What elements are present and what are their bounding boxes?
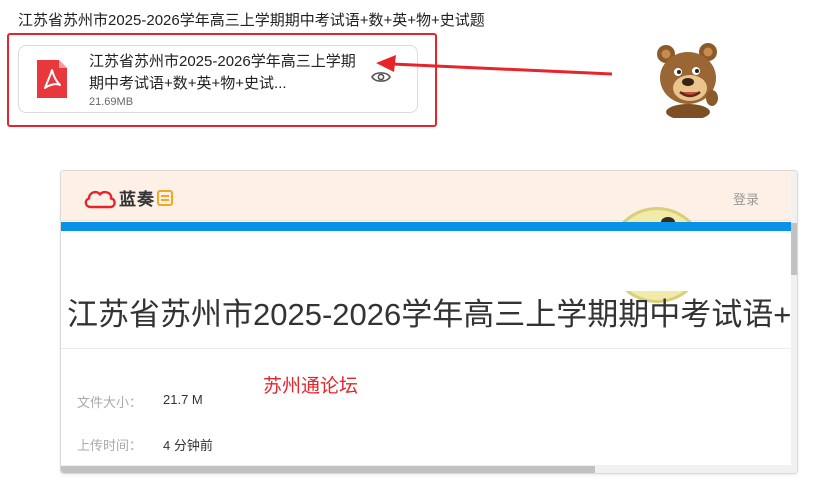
upload-time-value: 4 分钟前 (163, 438, 213, 453)
forum-watermark: 苏州通论坛 (263, 376, 359, 397)
bear-mascot-image (657, 43, 718, 118)
vertical-scrollbar-thumb[interactable] (791, 223, 797, 275)
cloud-logo-icon (84, 190, 116, 208)
upload-time-label: 上传时间： (77, 438, 143, 453)
file-heading: 江苏省苏州市2025-2026学年高三上学期期中考试语+数 (67, 297, 798, 332)
file-attachment-card[interactable]: 江苏省苏州市2025-2026学年高三上学期期中考试语+数+英+物+史试... … (18, 45, 418, 113)
logo-text: 蓝奏 (119, 190, 155, 209)
embedded-webpage: 蓝奏 登录 江苏省苏州市2025-2026学年高三上学期期中考试语+数 文件大小… (60, 170, 798, 474)
page-title: 江苏省苏州市2025-2026学年高三上学期期中考试语+数+英+物+史试题 (18, 12, 485, 29)
file-size-label: 文件大小： (77, 395, 143, 410)
pdf-icon (37, 60, 67, 98)
logo-badge-icon (157, 189, 173, 206)
file-name[interactable]: 江苏省苏州市2025-2026学年高三上学期期中考试语+数+英+物+史试... (89, 51, 359, 95)
divider (61, 348, 791, 349)
blue-banner (61, 222, 791, 231)
file-size-value: 21.7 M (163, 392, 203, 407)
login-link[interactable]: 登录 (733, 189, 759, 208)
vertical-scrollbar[interactable] (791, 171, 797, 473)
horizontal-scrollbar-thumb[interactable] (61, 466, 595, 473)
site-logo[interactable]: 蓝奏 (83, 185, 173, 210)
file-size: 21.69MB (89, 96, 134, 108)
illustration-mask (601, 231, 721, 291)
eye-icon[interactable] (371, 70, 391, 84)
